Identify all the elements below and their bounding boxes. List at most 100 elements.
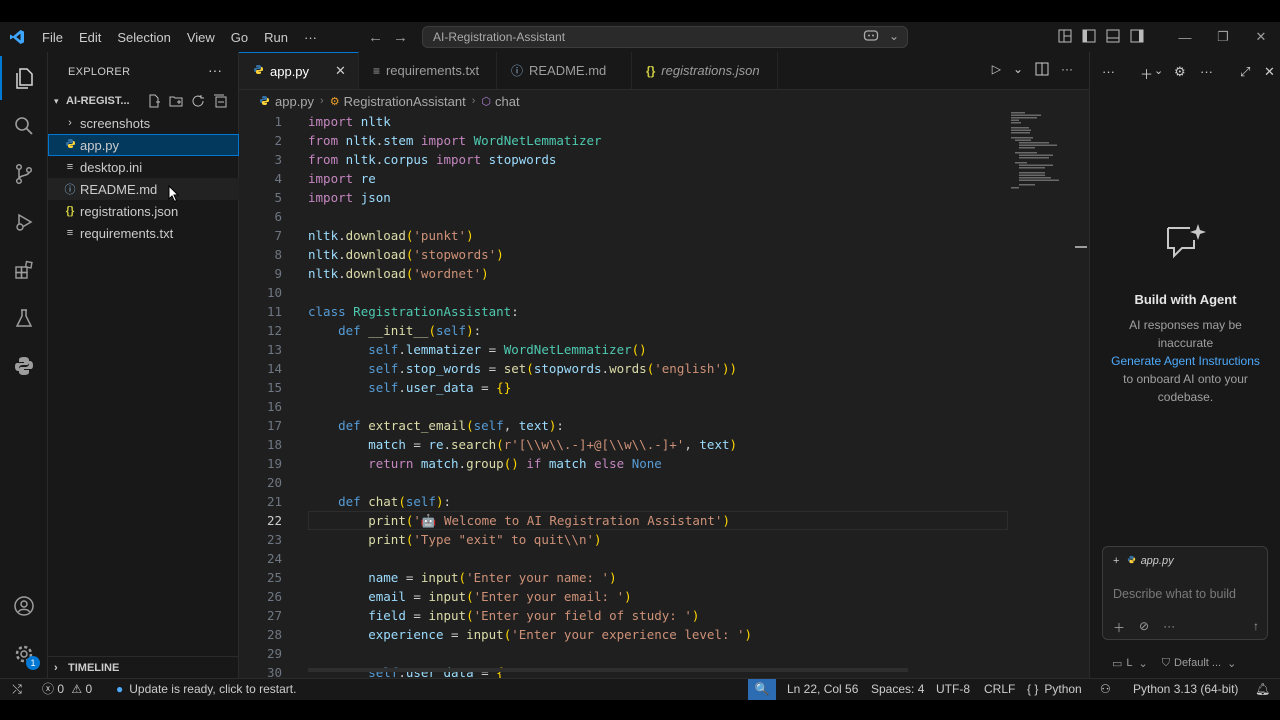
tree-folder-screenshots[interactable]: › screenshots <box>48 112 239 134</box>
menu-run[interactable]: Run <box>256 30 296 45</box>
breadcrumb-class[interactable]: RegistrationAssistant <box>344 94 466 109</box>
menu-edit[interactable]: Edit <box>71 30 109 45</box>
send-arrow-icon[interactable]: ↑ <box>1253 619 1259 636</box>
chevron-down-icon[interactable]: ⌄ <box>1227 657 1236 670</box>
code-line[interactable]: 2 from nltk.stem import WordNetLemmatizer <box>239 131 1089 150</box>
chat-model-picker[interactable]: Default ... <box>1174 657 1221 669</box>
new-file-icon[interactable] <box>147 94 161 111</box>
extensions-icon[interactable] <box>0 248 48 292</box>
code-line[interactable]: 10 <box>239 283 1089 302</box>
tree-file-requirements[interactable]: ≡ requirements.txt <box>48 222 239 244</box>
code-line[interactable]: 3 from nltk.corpus import stopwords <box>239 150 1089 169</box>
code-line[interactable]: 28 experience = input('Enter your experi… <box>239 625 1089 644</box>
code-line[interactable]: 22 print('🤖 Welcome to AI Registration A… <box>239 511 1089 530</box>
code-line[interactable]: 8 nltk.download('stopwords') <box>239 245 1089 264</box>
layout-customize-icon[interactable] <box>1058 29 1072 46</box>
scrollbar-thumb[interactable] <box>1075 246 1087 248</box>
code-line[interactable]: 6 <box>239 207 1089 226</box>
chat-mode-picker[interactable]: L <box>1126 657 1132 669</box>
tree-file-readme[interactable]: ⓘ README.md <box>48 178 239 200</box>
code-line[interactable]: 29 <box>239 644 1089 663</box>
code-line[interactable]: 1 import nltk <box>239 112 1089 131</box>
tools-icon[interactable]: ⊘ <box>1139 619 1149 636</box>
code-line[interactable]: 19 return match.group() if match else No… <box>239 454 1089 473</box>
code-line[interactable]: 25 name = input('Enter your name: ') <box>239 568 1089 587</box>
minimap[interactable] <box>1011 112 1081 192</box>
code-line[interactable]: 5 import json <box>239 188 1089 207</box>
code-line[interactable]: 14 self.stop_words = set(stopwords.words… <box>239 359 1089 378</box>
code-line[interactable]: 17 def extract_email(self, text): <box>239 416 1089 435</box>
forward-arrow-icon[interactable]: → <box>393 29 408 46</box>
code-line[interactable]: 24 <box>239 549 1089 568</box>
tab-readme[interactable]: ⓘ README.md <box>497 52 632 89</box>
python-icon[interactable] <box>0 344 48 388</box>
language-mode[interactable]: { } Python <box>1027 679 1082 700</box>
tab-registrations-json[interactable]: {} registrations.json <box>632 52 778 89</box>
python-interpreter[interactable]: Python 3.13 (64-bit) <box>1133 679 1238 700</box>
code-line[interactable]: 23 print('Type "exit" to quit\\n') <box>239 530 1089 549</box>
tab-requirements[interactable]: ≡ requirements.txt <box>359 52 497 89</box>
code-line[interactable]: 4 import re <box>239 169 1089 188</box>
menu-file[interactable]: File <box>34 30 71 45</box>
encoding[interactable]: UTF-8 <box>936 679 970 700</box>
run-debug-icon[interactable] <box>0 200 48 244</box>
code-line[interactable]: 9 nltk.download('wordnet') <box>239 264 1089 283</box>
close-panel-icon[interactable]: ✕ <box>1264 64 1275 80</box>
tree-file-desktop-ini[interactable]: ≡ desktop.ini <box>48 156 239 178</box>
breadcrumb-file[interactable]: app.py <box>275 94 314 109</box>
code-line[interactable]: 26 email = input('Enter your email: ') <box>239 587 1089 606</box>
workspace-folder-header[interactable]: ▾ AI-REGIST... <box>48 90 239 112</box>
timeline-section[interactable]: › TIMELINE <box>48 656 239 679</box>
close-window-icon[interactable]: ✕ <box>1242 29 1280 45</box>
code-editor[interactable]: 1 import nltk 2 from nltk.stem import WordN… <box>239 112 1089 678</box>
testing-flask-icon[interactable] <box>0 296 48 340</box>
code-line[interactable]: 27 field = input('Enter your field of st… <box>239 606 1089 625</box>
menu-more[interactable]: ··· <box>296 30 325 45</box>
back-arrow-icon[interactable]: ← <box>368 29 383 46</box>
update-notification[interactable]: ● Update is ready, click to restart. <box>116 679 296 700</box>
maximize-icon[interactable]: ⤢ <box>1240 64 1250 80</box>
chat-more-icon[interactable]: ··· <box>1200 64 1213 79</box>
split-editor-icon[interactable] <box>1035 62 1049 79</box>
code-line[interactable]: 12 def __init__(self): <box>239 321 1089 340</box>
code-line[interactable]: 16 <box>239 397 1089 416</box>
remote-indicator-icon[interactable]: ⤭ <box>0 679 34 700</box>
accounts-icon[interactable] <box>0 584 48 628</box>
explorer-more-icon[interactable]: ··· <box>208 62 222 78</box>
code-line[interactable]: 7 nltk.download('punkt') <box>239 226 1089 245</box>
chevron-down-icon[interactable]: ⌄ <box>889 29 899 46</box>
more-actions-icon[interactable]: ··· <box>1061 62 1073 79</box>
problems-indicator[interactable]: ⓧ 0 ⚠ 0 <box>42 679 92 700</box>
chat-input-box[interactable]: + app.py Describe what to build ＋ ⊘ ··· … <box>1102 546 1268 640</box>
line-ending[interactable]: CRLF <box>984 679 1015 700</box>
code-line[interactable]: 21 def chat(self): <box>239 492 1089 511</box>
command-center[interactable]: AI-Registration-Assistant ⌄ <box>422 26 908 48</box>
close-tab-icon[interactable]: ✕ <box>335 63 346 79</box>
code-line[interactable]: 13 self.lemmatizer = WordNetLemmatizer() <box>239 340 1089 359</box>
notifications-bell-icon[interactable]: 🔔︎ <box>1255 679 1270 700</box>
search-icon[interactable] <box>0 104 48 148</box>
menu-view[interactable]: View <box>179 30 223 45</box>
attach-icon[interactable]: ＋ <box>1113 619 1125 636</box>
chat-context-chip[interactable]: + app.py <box>1113 555 1174 567</box>
chat-settings-gear-icon[interactable]: ⚙ <box>1174 64 1186 80</box>
restore-icon[interactable]: ❐ <box>1204 29 1242 45</box>
toggle-primary-sidebar-icon[interactable] <box>1082 29 1096 46</box>
code-line[interactable]: 20 <box>239 473 1089 492</box>
new-folder-icon[interactable] <box>169 94 183 111</box>
toggle-secondary-sidebar-icon[interactable] <box>1130 29 1144 46</box>
chevron-down-icon[interactable]: ⌄ <box>1013 62 1023 79</box>
code-line[interactable]: 11 class RegistrationAssistant: <box>239 302 1089 321</box>
chat-input-placeholder[interactable]: Describe what to build <box>1113 587 1236 601</box>
tree-file-app-py[interactable]: app.py <box>48 134 239 156</box>
manage-gear-icon[interactable]: 1 <box>0 632 48 676</box>
new-chat-icon[interactable]: ＋ <box>1140 64 1153 83</box>
breadcrumb-method[interactable]: chat <box>495 94 520 109</box>
copilot-icon[interactable] <box>863 29 879 46</box>
refresh-icon[interactable] <box>191 94 205 111</box>
more-icon[interactable]: ··· <box>1102 64 1115 79</box>
menu-go[interactable]: Go <box>223 30 256 45</box>
chevron-down-icon[interactable]: ⌄ <box>1154 64 1163 77</box>
add-context-icon[interactable]: + <box>1113 555 1119 567</box>
code-line[interactable]: 15 self.user_data = {} <box>239 378 1089 397</box>
